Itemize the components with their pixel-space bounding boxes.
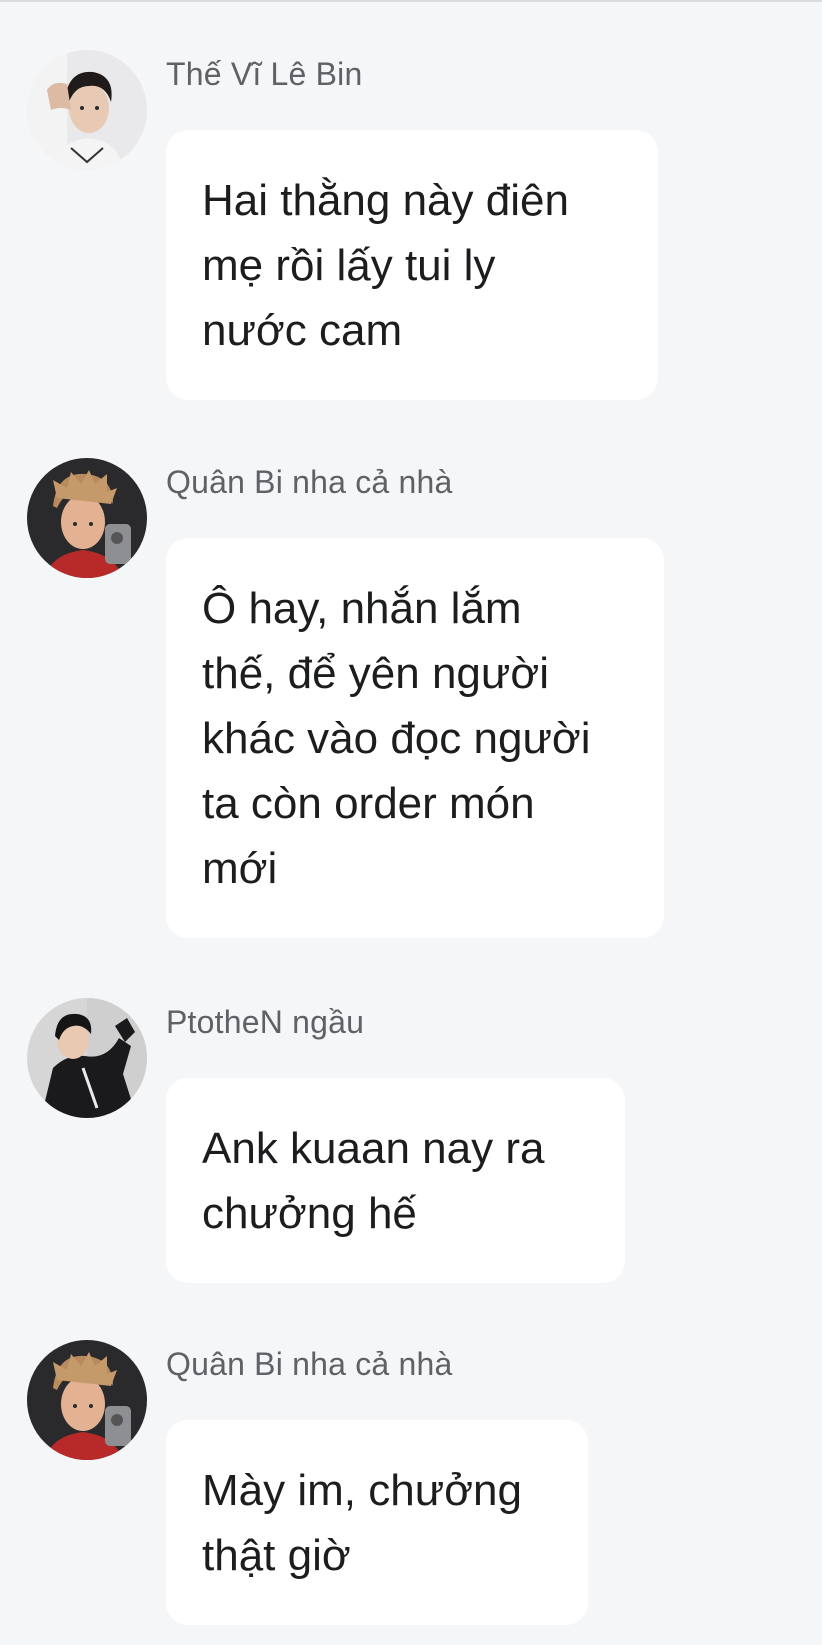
profile-photo-icon xyxy=(27,458,147,578)
avatar[interactable] xyxy=(27,458,147,578)
avatar[interactable] xyxy=(27,50,147,170)
message-line: Ô hay, nhắn lắm xyxy=(202,584,522,633)
message-line: mới xyxy=(202,844,278,893)
avatar[interactable] xyxy=(27,998,147,1118)
message-line: mẹ rồi lấy tui ly xyxy=(202,241,496,290)
sender-name: Quân Bi nha cả nhà xyxy=(166,1346,453,1382)
message-line: chưởng hế xyxy=(202,1189,417,1238)
message-line: ta còn order món xyxy=(202,779,535,828)
message-bubble[interactable]: Hai thằng này điên mẹ rồi lấy tui ly nướ… xyxy=(166,130,658,400)
message-line: nước cam xyxy=(202,306,403,355)
message-line: thật giờ xyxy=(202,1531,351,1580)
profile-photo-icon xyxy=(27,50,147,170)
sender-name: Thế Vĩ Lê Bin xyxy=(166,56,363,92)
message-bubble[interactable]: Mày im, chưởng thật giờ xyxy=(166,1420,588,1625)
message-line: Ank kuaan nay ra xyxy=(202,1124,545,1173)
message-line: Hai thằng này điên xyxy=(202,176,569,225)
message-line: Mày im, chưởng xyxy=(202,1466,522,1515)
message-bubble[interactable]: Ank kuaan nay ra chưởng hế xyxy=(166,1078,625,1283)
chat-thread: Thế Vĩ Lê Bin Hai thằng này điên mẹ rồi … xyxy=(0,0,822,1645)
avatar[interactable] xyxy=(27,1340,147,1460)
message-bubble[interactable]: Ô hay, nhắn lắm thế, để yên người khác v… xyxy=(166,538,664,938)
sender-name: Quân Bi nha cả nhà xyxy=(166,464,453,500)
profile-photo-icon xyxy=(27,1340,147,1460)
top-divider xyxy=(0,0,822,2)
profile-photo-icon xyxy=(27,998,147,1118)
sender-name: PtotheN ngầu xyxy=(166,1004,365,1040)
message-line: thế, để yên người xyxy=(202,649,549,698)
message-line: khác vào đọc người xyxy=(202,714,591,763)
